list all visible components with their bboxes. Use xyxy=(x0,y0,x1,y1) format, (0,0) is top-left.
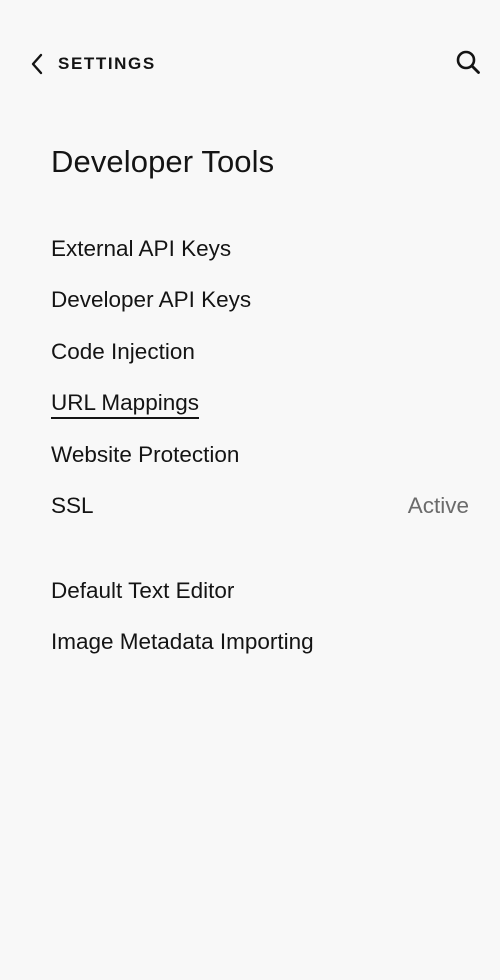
menu-item-label: Developer API Keys xyxy=(51,287,252,312)
menu-item-default-text-editor[interactable]: Default Text Editor xyxy=(51,573,469,609)
menu-item-label: Default Text Editor xyxy=(51,578,235,603)
menu-item-image-metadata-importing[interactable]: Image Metadata Importing xyxy=(51,624,469,660)
back-to-settings-button[interactable]: SETTINGS xyxy=(30,48,156,80)
search-icon xyxy=(455,49,481,80)
menu-item-developer-api-keys[interactable]: Developer API Keys xyxy=(51,282,469,318)
chevron-left-icon xyxy=(30,48,52,80)
menu-item-label: External API Keys xyxy=(51,236,232,261)
menu-item-label: SSL xyxy=(51,493,94,518)
menu-item-external-api-keys[interactable]: External API Keys xyxy=(51,231,469,267)
page-title: Developer Tools xyxy=(51,144,275,179)
menu-item-url-mappings[interactable]: URL Mappings xyxy=(51,386,469,422)
top-bar: SETTINGS xyxy=(0,0,500,128)
back-label: SETTINGS xyxy=(58,54,156,73)
menu-item-code-injection[interactable]: Code Injection xyxy=(51,334,469,370)
menu-item-website-protection[interactable]: Website Protection xyxy=(51,437,469,473)
menu-item-label: Image Metadata Importing xyxy=(51,629,314,654)
ssl-status-value: Active xyxy=(407,493,469,518)
menu-item-label: Website Protection xyxy=(51,442,240,467)
menu-item-ssl[interactable]: SSL Active xyxy=(51,488,469,524)
menu-item-label: Code Injection xyxy=(51,339,195,364)
search-button[interactable] xyxy=(452,48,484,80)
menu-item-label: URL Mappings xyxy=(51,390,199,419)
